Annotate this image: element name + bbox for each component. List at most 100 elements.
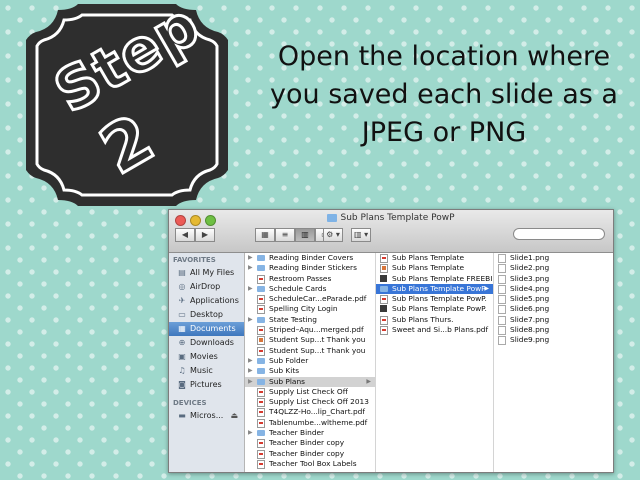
file-row[interactable]: Striped–Aqu...merged.pdf [245,325,375,336]
file-row[interactable]: Sub Plans Template [376,253,493,263]
file-row[interactable]: Slide3.png [494,274,613,284]
file-name: Supply List Check Off [269,386,348,396]
sidebar-item-airdrop[interactable]: ◎ AirDrop [169,280,244,294]
sidebar-item-all-my-files[interactable]: ▤ All My Files [169,266,244,280]
file-row[interactable]: T4QLZZ-Ho...lip_Chart.pdf [245,407,375,418]
folder-file-icon [257,255,265,261]
file-name: Sweet and Si...b Plans.pdf [392,325,489,335]
sidebar-item-pictures[interactable]: ◙ Pictures [169,378,244,392]
file-row[interactable]: Restroom Passes [245,274,375,284]
file-row[interactable]: Supply List Check Off [245,387,375,397]
file-name: Sub Plans Template PowP [392,283,486,293]
file-row[interactable]: ▶ Sub Folder [245,356,375,366]
sidebar-item-documents[interactable]: ▦ Documents [169,322,244,336]
file-name: Slide4.png [510,283,550,293]
file-row[interactable]: ▶ Teacher Binder [245,428,375,438]
file-name: Slide2.png [510,263,550,273]
disclosure-triangle-icon[interactable]: ▶ [248,366,253,376]
action-menu-button[interactable]: ⚙ ▾ [323,228,343,242]
arrange-menu-button[interactable]: ▥ ▾ [351,228,372,242]
favorites-list: ▤ All My Files ◎ AirDrop ✈ Applications ▭ Deskt… [169,266,244,392]
file-row[interactable]: Slide5.png [494,294,613,305]
disclosure-triangle-icon[interactable]: ▶ [248,315,253,325]
file-row[interactable]: Slide8.png [494,325,613,336]
file-row[interactable]: Sub Plans Template [376,263,493,274]
column-view-icon[interactable]: ▥ [295,228,315,242]
file-row[interactable]: Sub Plans Template PowP ▶ [376,283,493,295]
sidebar-item-label: Music [190,366,213,375]
file-name: Slide9.png [510,335,550,345]
sidebar-item-label: All My Files [190,268,235,277]
back-button[interactable]: ◀ [175,228,195,242]
file-row[interactable]: Tablenumbe...wltheme.pdf [245,418,375,428]
file-name: Schedule Cards [269,283,327,293]
gear-icon[interactable]: ⚙ ▾ [323,228,343,242]
sidebar-item-downloads[interactable]: ⊕ Downloads [169,336,244,350]
disclosure-triangle-icon[interactable]: ▶ [248,377,253,387]
sidebar-item-movies[interactable]: ▣ Movies [169,350,244,364]
file-name: ScheduleCar...eParade.pdf [269,294,367,304]
disclosure-triangle-icon[interactable]: ▶ [248,428,253,438]
sidebar-item-micros[interactable]: ▬ Micros... ⏏ [169,409,244,423]
sidebar-item-applications[interactable]: ✈ Applications [169,294,244,308]
eject-icon[interactable]: ⏏ [230,409,238,423]
file-name: Restroom Passes [269,273,332,283]
file-row[interactable]: ▶ Reading Binder Stickers [245,263,375,273]
step-badge: Step 2 [18,0,236,206]
file-row[interactable]: Teacher Tool Box Labels [245,459,375,469]
file-row[interactable]: Slide9.png [494,335,613,346]
file-row[interactable]: Teacher Binder copy [245,438,375,449]
disclosure-triangle-icon[interactable]: ▶ [248,263,253,273]
forward-button[interactable]: ▶ [195,228,215,242]
file-row[interactable]: Sweet and Si...b Plans.pdf [376,325,493,336]
file-row[interactable]: Sub Plans Template PowP. [376,304,493,314]
column-documents: ▶ Reading Binder Covers ▶ Reading Binder St… [245,253,376,472]
file-name: Sub Plans Template FREEBIE [392,273,493,283]
file-row[interactable]: ▶ Schedule Cards [245,284,375,294]
file-row[interactable]: Student Sup...t Thank you [245,346,375,356]
disclosure-triangle-icon[interactable]: ▶ [248,356,253,366]
sidebar-item-desktop[interactable]: ▭ Desktop [169,308,244,322]
airdrop-icon: ◎ [178,281,186,291]
file-row[interactable]: ▶ Reading Binder Covers [245,253,375,263]
file-row[interactable]: ▶ Sub Plans ▶ [245,376,375,387]
file-row[interactable]: Sub Plans Template FREEBIE [376,274,493,284]
search-input[interactable] [513,228,605,240]
sidebar-item-music[interactable]: ♫ Music [169,364,244,378]
file-name: Reading Binder Stickers [269,263,357,273]
file-row[interactable]: Slide1.png [494,253,613,263]
file-row[interactable]: Slide2.png [494,263,613,274]
sidebar-item-label: Micros... [190,411,224,420]
file-row[interactable]: ScheduleCar...eParade.pdf [245,294,375,305]
disclosure-triangle-icon[interactable]: ▶ [248,253,253,263]
folder-file-icon [257,285,265,292]
file-row[interactable]: ▶ Sub Kits [245,366,375,376]
arrange-icon[interactable]: ▥ ▾ [351,228,372,242]
all-files-icon: ▤ [178,267,186,277]
file-row[interactable]: Slide7.png [494,315,613,325]
file-name: Slide6.png [510,304,550,314]
file-row[interactable]: Spelling City Login [245,304,375,315]
instruction-text: Open the location where you saved each s… [258,38,630,152]
sidebar-item-label: Downloads [190,338,234,347]
file-row[interactable]: Sub Plans Template PowP. [376,294,493,305]
sidebar-item-label: Pictures [190,380,222,389]
file-row[interactable]: ▶ State Testing [245,315,375,325]
file-row[interactable]: Sub Plans Thurs. [376,315,493,325]
file-row[interactable]: Supply List Check Off 2013 [245,397,375,408]
icon-view-icon[interactable]: ▦ [255,228,275,242]
pdf-file-icon [380,326,388,336]
file-row[interactable]: Student Sup...t Thank you [245,335,375,346]
disclosure-triangle-icon[interactable]: ▶ [248,284,253,294]
list-view-icon[interactable]: ≡ [275,228,295,242]
ppt-file-icon [257,336,265,346]
file-row[interactable]: Slide6.png [494,304,613,315]
finder-body: FAVORITES ▤ All My Files ◎ AirDrop ✈ Applicat… [169,253,613,472]
file-name: Supply List Check Off 2013 [269,397,369,407]
file-row[interactable]: Teacher Binder copy [245,449,375,459]
png-file-icon [498,284,506,294]
file-row[interactable]: Slide4.png [494,284,613,294]
nav-buttons: ◀ ▶ [175,228,215,242]
pdf-file-icon [257,387,265,397]
folder-file-icon [257,316,265,323]
